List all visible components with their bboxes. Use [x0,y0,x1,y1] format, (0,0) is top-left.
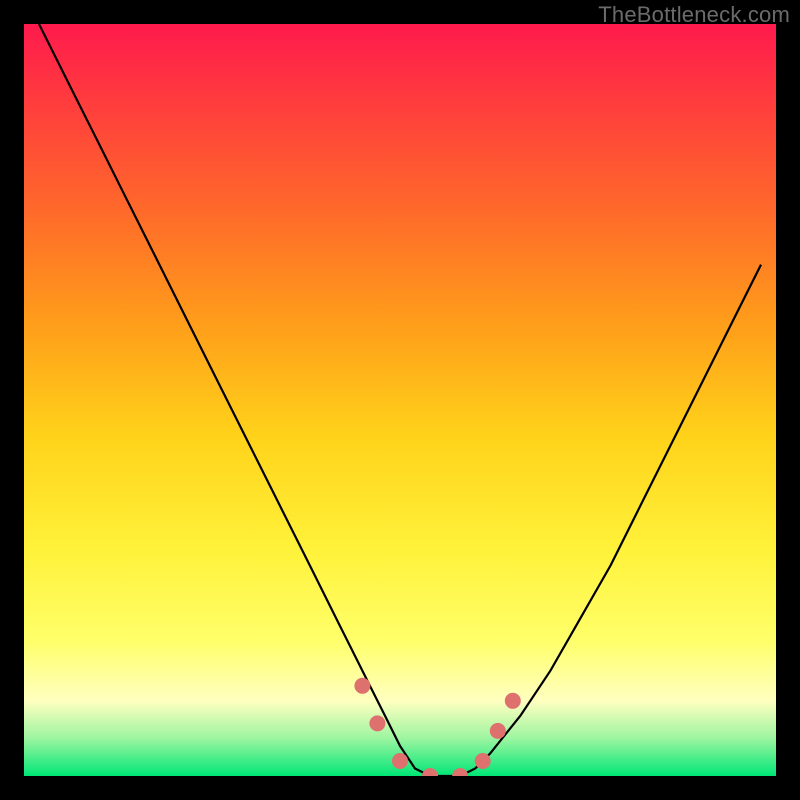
chart-svg [24,24,776,776]
curve-marker [354,678,370,694]
curve-marker [392,753,408,769]
chart-plot-area [24,24,776,776]
curve-marker [505,693,521,709]
curve-marker [490,723,506,739]
curve-marker [452,768,468,776]
curve-marker [422,768,438,776]
bottleneck-curve-line [39,24,761,776]
watermark-text: TheBottleneck.com [598,2,790,28]
chart-frame: TheBottleneck.com [0,0,800,800]
curve-marker [369,715,385,731]
curve-markers [354,678,520,776]
curve-marker [475,753,491,769]
